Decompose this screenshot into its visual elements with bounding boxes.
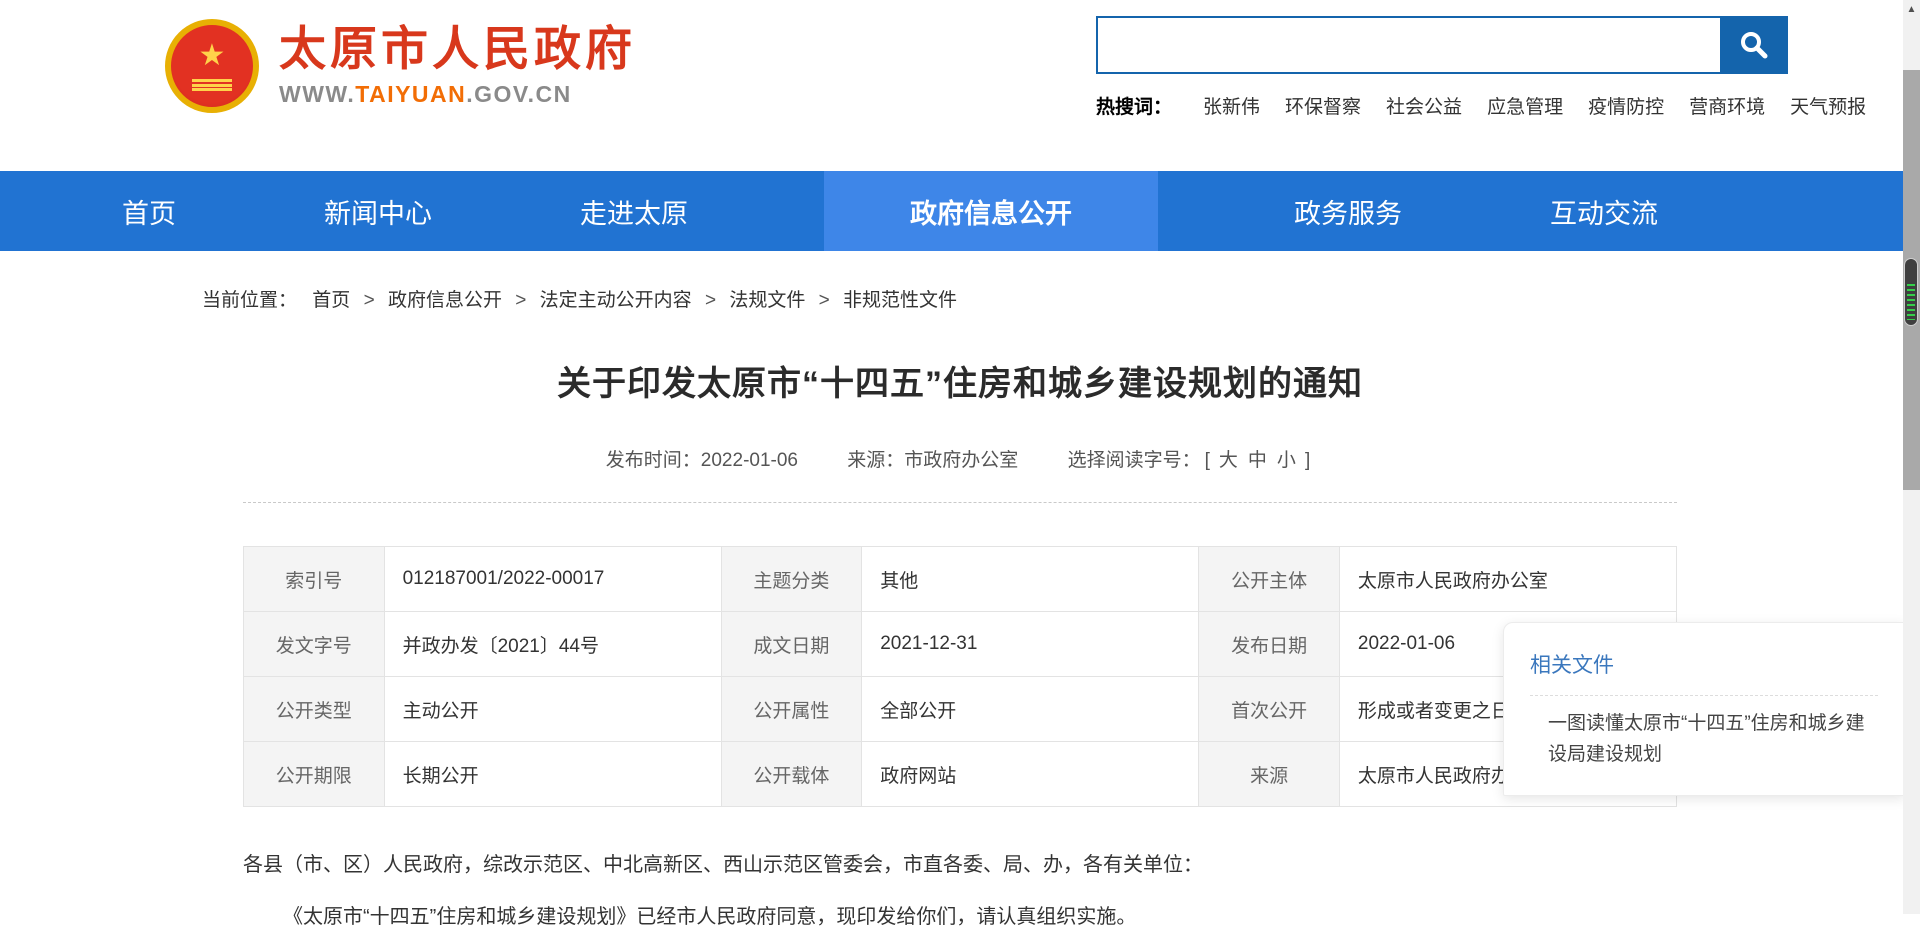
site-url-suffix: .GOV.CN: [466, 81, 572, 107]
article-content: 关于印发太原市“十四五”住房和城乡建设规划的通知 发布时间：2022-01-06…: [243, 356, 1677, 933]
nav-item-news[interactable]: 新闻中心: [312, 171, 444, 251]
nav-item-about-taiyuan[interactable]: 走进太原: [568, 171, 700, 251]
nav-item-home[interactable]: 首页: [110, 171, 188, 251]
table-row: 公开类型 主动公开 公开属性 全部公开 首次公开 形成或者变更之日: [244, 677, 1677, 742]
scroll-indicator-stripes-icon: [1907, 284, 1915, 320]
breadcrumb-item-statutory-content[interactable]: 法定主动公开内容: [540, 290, 692, 311]
hot-search-label: 热搜词：: [1096, 92, 1172, 119]
site-url-prefix: WWW.: [279, 81, 355, 107]
main-nav: 首页 新闻中心 走进太原 政府信息公开 政务服务 互动交流: [0, 171, 1920, 251]
font-size-small-button[interactable]: 小: [1277, 450, 1296, 471]
site-url-highlight: TAIYUAN: [355, 81, 466, 107]
hot-word[interactable]: 疫情防控: [1588, 92, 1664, 119]
hot-word[interactable]: 营商环境: [1689, 92, 1765, 119]
meta-value-written-date: 2021-12-31: [862, 612, 1199, 677]
breadcrumb-separator: >: [515, 290, 526, 311]
meta-label-first-disclosure: 首次公开: [1199, 677, 1340, 742]
font-size-label: 选择阅读字号：: [1068, 450, 1201, 471]
breadcrumb-item-regulation-files[interactable]: 法规文件: [729, 290, 805, 311]
table-row: 发文字号 并政办发〔2021〕44号 成文日期 2021-12-31 发布日期 …: [244, 612, 1677, 677]
breadcrumb-item-non-normative[interactable]: 非规范性文件: [843, 290, 957, 311]
meta-value-disclosure-subject: 太原市人民政府办公室: [1339, 547, 1676, 612]
search-button[interactable]: [1720, 16, 1788, 74]
related-documents-panel: 相关文件 一图读懂太原市“十四五”住房和城乡建设局建设规划: [1503, 622, 1905, 796]
hot-word[interactable]: 天气预报: [1790, 92, 1866, 119]
hot-word[interactable]: 环保督察: [1285, 92, 1361, 119]
meta-label-disclosure-type: 公开类型: [244, 677, 385, 742]
dotted-divider: [243, 502, 1677, 503]
breadcrumb-item-home[interactable]: 首页: [312, 290, 350, 311]
breadcrumb-item-gov-info[interactable]: 政府信息公开: [388, 290, 502, 311]
national-emblem-icon: ★: [165, 19, 259, 113]
publish-info-bar: 发布时间：2022-01-06 来源：市政府办公室 选择阅读字号：[ 大中小]: [243, 445, 1677, 472]
meta-label-doc-number: 发文字号: [244, 612, 385, 677]
font-size-bracket-close: ]: [1305, 450, 1310, 471]
search-input[interactable]: [1096, 16, 1720, 74]
source-label: 来源：: [847, 450, 904, 471]
hot-word[interactable]: 应急管理: [1487, 92, 1563, 119]
breadcrumb-separator: >: [819, 290, 830, 311]
meta-label-disclosure-period: 公开期限: [244, 742, 385, 807]
font-size-large-button[interactable]: 大: [1219, 450, 1238, 471]
breadcrumb-separator: >: [364, 290, 375, 311]
font-size-bracket-open: [: [1205, 450, 1210, 471]
meta-label-topic-category: 主题分类: [721, 547, 862, 612]
scroll-position-indicator[interactable]: [1904, 258, 1918, 326]
search-area: 热搜词： 张新伟 环保督察 社会公益 应急管理 疫情防控 营商环境 天气预报: [1096, 12, 1788, 119]
meta-label-written-date: 成文日期: [721, 612, 862, 677]
breadcrumb: 当前位置： 首页 > 政府信息公开 > 法定主动公开内容 > 法规文件 > 非规…: [110, 251, 1810, 312]
vertical-scrollbar[interactable]: ▲: [1903, 0, 1920, 914]
hot-word[interactable]: 张新伟: [1203, 92, 1260, 119]
meta-value-disclosure-carrier: 政府网站: [862, 742, 1199, 807]
site-header: ★ 太原市人民政府 WWW.TAIYUAN.GOV.CN 热搜词：: [0, 0, 1920, 171]
meta-label-disclosure-attr: 公开属性: [721, 677, 862, 742]
document-meta-table: 索引号 012187001/2022-00017 主题分类 其他 公开主体 太原…: [243, 546, 1677, 807]
site-url: WWW.TAIYUAN.GOV.CN: [279, 81, 636, 108]
meta-value-disclosure-period: 长期公开: [384, 742, 721, 807]
article-paragraph-recipients: 各县（市、区）人民政府，综改示范区、中北高新区、西山示范区管委会，市直各委、局、…: [243, 849, 1677, 881]
meta-value-topic-category: 其他: [862, 547, 1199, 612]
hot-search-row: 热搜词： 张新伟 环保督察 社会公益 应急管理 疫情防控 营商环境 天气预报: [1096, 92, 1788, 119]
meta-value-disclosure-type: 主动公开: [384, 677, 721, 742]
publish-time-label: 发布时间：: [606, 450, 701, 471]
meta-value-disclosure-attr: 全部公开: [862, 677, 1199, 742]
search-icon: [1738, 29, 1770, 61]
meta-label-index-no: 索引号: [244, 547, 385, 612]
font-size-medium-button[interactable]: 中: [1248, 450, 1267, 471]
site-title: 太原市人民政府: [279, 23, 636, 75]
site-logo[interactable]: ★ 太原市人民政府 WWW.TAIYUAN.GOV.CN: [165, 12, 636, 119]
related-divider: [1530, 695, 1878, 696]
article-paragraph-body: 《太原市“十四五”住房和城乡建设规划》已经市人民政府同意，现印发给你们，请认真组…: [243, 901, 1677, 933]
nav-item-gov-info-disclosure[interactable]: 政府信息公开: [824, 171, 1158, 251]
table-row: 索引号 012187001/2022-00017 主题分类 其他 公开主体 太原…: [244, 547, 1677, 612]
emblem-star-icon: ★: [199, 41, 226, 71]
publish-time-value: 2022-01-06: [701, 450, 798, 471]
meta-label-source: 来源: [1199, 742, 1340, 807]
meta-label-publish-date: 发布日期: [1199, 612, 1340, 677]
nav-item-gov-services[interactable]: 政务服务: [1282, 171, 1414, 251]
meta-label-disclosure-subject: 公开主体: [1199, 547, 1340, 612]
meta-value-doc-number: 并政办发〔2021〕44号: [384, 612, 721, 677]
breadcrumb-label: 当前位置：: [202, 290, 297, 311]
related-document-link[interactable]: 一图读懂太原市“十四五”住房和城乡建设局建设规划: [1530, 708, 1878, 771]
related-documents-title: 相关文件: [1530, 649, 1878, 679]
breadcrumb-separator: >: [705, 290, 716, 311]
nav-item-interaction[interactable]: 互动交流: [1538, 171, 1670, 251]
meta-label-disclosure-carrier: 公开载体: [721, 742, 862, 807]
table-row: 公开期限 长期公开 公开载体 政府网站 来源 太原市人民政府办公室: [244, 742, 1677, 807]
hot-word[interactable]: 社会公益: [1386, 92, 1462, 119]
page-title: 关于印发太原市“十四五”住房和城乡建设规划的通知: [243, 356, 1677, 405]
emblem-gate-icon: [192, 79, 232, 91]
source-value: 市政府办公室: [904, 450, 1018, 471]
meta-value-index-no: 012187001/2022-00017: [384, 547, 721, 612]
scrollbar-up-arrow-icon[interactable]: ▲: [1903, 0, 1920, 18]
